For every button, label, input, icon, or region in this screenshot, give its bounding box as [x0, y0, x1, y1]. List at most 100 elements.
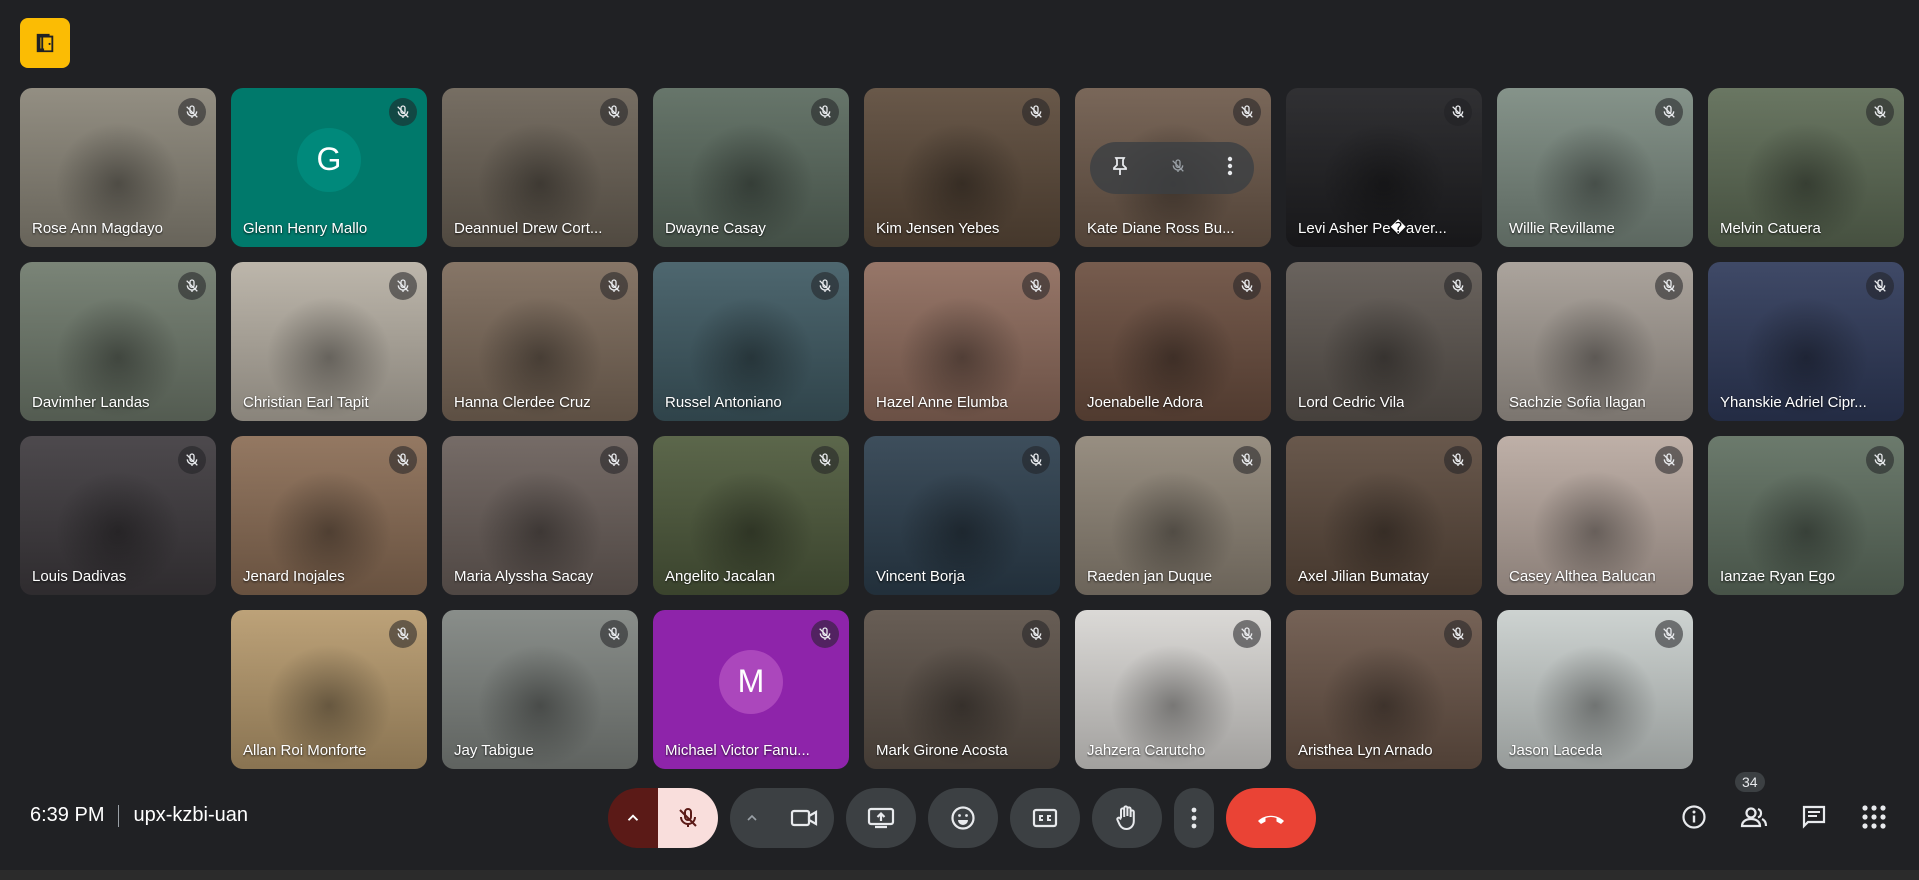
participant-tile[interactable]: Jason Laceda [1497, 610, 1693, 769]
mic-off-icon [178, 446, 206, 474]
participant-tile[interactable]: Melvin Catuera [1708, 88, 1904, 247]
participant-tile[interactable]: Davimher Landas [20, 262, 216, 421]
participant-tile[interactable]: Raeden jan Duque [1075, 436, 1271, 595]
camera-toggle-button[interactable] [774, 788, 834, 848]
mic-off-icon [389, 620, 417, 648]
meeting-details-button[interactable] [1671, 794, 1717, 840]
participant-row: Louis Dadivas Jenard Inojales Maria Alyssh… [20, 436, 1904, 595]
participant-tile[interactable]: G Glenn Henry Mallo [231, 88, 427, 247]
audio-options-button[interactable] [608, 788, 658, 848]
participant-tile[interactable]: Willie Revillame [1497, 88, 1693, 247]
leave-call-button[interactable] [1226, 788, 1316, 848]
participant-name: Louis Dadivas [32, 568, 127, 585]
mic-off-icon [1866, 98, 1894, 126]
participant-row: Rose Ann Magdayo G Glenn Henry Mallo Deannu… [20, 88, 1904, 247]
participant-tile[interactable]: Jay Tabigue [442, 610, 638, 769]
pin-icon[interactable] [1111, 156, 1129, 181]
participant-tile[interactable]: Aristhea Lyn Arnado [1286, 610, 1482, 769]
closed-captions-icon [1032, 808, 1058, 828]
mic-off-icon [811, 272, 839, 300]
participant-name: Allan Roi Monforte [243, 742, 367, 759]
participant-tile[interactable]: Axel Jilian Bumatay [1286, 436, 1482, 595]
video-options-button[interactable] [730, 788, 774, 848]
participant-tile[interactable]: Lord Cedric Vila [1286, 262, 1482, 421]
participant-tile[interactable]: Ianzae Ryan Ego [1708, 436, 1904, 595]
participant-tile[interactable]: Vincent Borja [864, 436, 1060, 595]
mic-off-icon [1022, 98, 1050, 126]
mic-off-icon [600, 98, 628, 126]
participant-tile[interactable]: Mark Girone Acosta [864, 610, 1060, 769]
participant-tile[interactable]: Hanna Clerdee Cruz [442, 262, 638, 421]
participant-tile[interactable]: M Michael Victor Fanu... [653, 610, 849, 769]
participant-tile[interactable]: Christian Earl Tapit [231, 262, 427, 421]
side-panel-controls: 34 [1671, 772, 1897, 840]
participant-name: Hanna Clerdee Cruz [454, 394, 591, 411]
activity-panel-button[interactable] [20, 18, 70, 68]
participant-tile[interactable]: Jahzera Carutcho [1075, 610, 1271, 769]
camera-control-group [730, 788, 834, 848]
participant-row: Allan Roi Monforte Jay Tabigue M Michael Vi… [231, 610, 1693, 769]
chat-icon [1802, 805, 1826, 829]
participant-name: Yhanskie Adriel Cipr... [1720, 394, 1867, 411]
mic-off-icon [389, 272, 417, 300]
participant-tile[interactable]: Dwayne Casay [653, 88, 849, 247]
participant-tile[interactable]: Allan Roi Monforte [231, 610, 427, 769]
more-vert-icon[interactable] [1227, 156, 1233, 181]
participant-tile[interactable]: Hazel Anne Elumba [864, 262, 1060, 421]
mic-off-icon [679, 808, 697, 827]
more-options-button[interactable] [1174, 788, 1214, 848]
top-bar [20, 18, 70, 68]
participant-name: Jenard Inojales [243, 568, 345, 585]
call-controls [608, 788, 1316, 848]
participant-tile[interactable]: Kate Diane Ross Bu... [1075, 88, 1271, 247]
captions-button[interactable] [1010, 788, 1080, 848]
mic-off-icon [1022, 446, 1050, 474]
participant-tile[interactable]: Casey Althea Balucan [1497, 436, 1693, 595]
reactions-button[interactable] [928, 788, 998, 848]
participant-name: Mark Girone Acosta [876, 742, 1008, 759]
participant-tile[interactable]: Rose Ann Magdayo [20, 88, 216, 247]
mic-off-icon [811, 446, 839, 474]
participant-tile[interactable]: Deannuel Drew Cort... [442, 88, 638, 247]
participant-name: Davimher Landas [32, 394, 150, 411]
mic-off-icon [1866, 446, 1894, 474]
avatar: M [719, 649, 783, 714]
raise-hand-icon [1116, 805, 1135, 831]
participant-tile[interactable]: Russel Antoniano [653, 262, 849, 421]
participant-name: Christian Earl Tapit [243, 394, 369, 411]
activities-button[interactable] [1851, 794, 1897, 840]
participant-name: Jay Tabigue [454, 742, 534, 759]
participant-tile[interactable]: Joenabelle Adora [1075, 262, 1271, 421]
chevron-up-icon [747, 814, 757, 821]
participant-tile[interactable]: Louis Dadivas [20, 436, 216, 595]
mic-toggle-button[interactable] [658, 788, 718, 848]
participant-grid: Rose Ann Magdayo G Glenn Henry Mallo Deannu… [20, 88, 1904, 769]
participant-row: Davimher Landas Christian Earl Tapit Hanna… [20, 262, 1904, 421]
mic-off-icon [389, 98, 417, 126]
raise-hand-button[interactable] [1092, 788, 1162, 848]
mute-participant-icon[interactable] [1170, 158, 1186, 179]
mic-off-icon [1444, 446, 1472, 474]
participant-tile[interactable]: Jenard Inojales [231, 436, 427, 595]
participant-tile[interactable]: Levi Asher Pe�aver... [1286, 88, 1482, 247]
people-button[interactable]: 34 [1731, 772, 1777, 840]
chat-button[interactable] [1791, 794, 1837, 840]
participant-name: Raeden jan Duque [1087, 568, 1213, 585]
participant-tile[interactable]: Angelito Jacalan [653, 436, 849, 595]
participant-name: Vincent Borja [876, 568, 965, 585]
avatar: G [297, 127, 361, 192]
participant-tile[interactable]: Yhanskie Adriel Cipr... [1708, 262, 1904, 421]
bottom-control-bar: 6:39 PM upx-kzbi-uan 34 [0, 768, 1919, 868]
mic-off-icon [1866, 272, 1894, 300]
participant-tile[interactable]: Sachzie Sofia Ilagan [1497, 262, 1693, 421]
more-vert-icon [1191, 807, 1197, 829]
present-screen-button[interactable] [846, 788, 916, 848]
mic-off-icon [178, 98, 206, 126]
participant-name: Dwayne Casay [665, 220, 766, 237]
participant-name: Russel Antoniano [665, 394, 782, 411]
meeting-time: 6:39 PM [30, 804, 105, 826]
apps-grid-icon [1862, 805, 1886, 829]
participant-tile[interactable]: Kim Jensen Yebes [864, 88, 1060, 247]
participant-count-badge: 34 [1735, 772, 1765, 792]
participant-tile[interactable]: Maria Alyssha Sacay [442, 436, 638, 595]
